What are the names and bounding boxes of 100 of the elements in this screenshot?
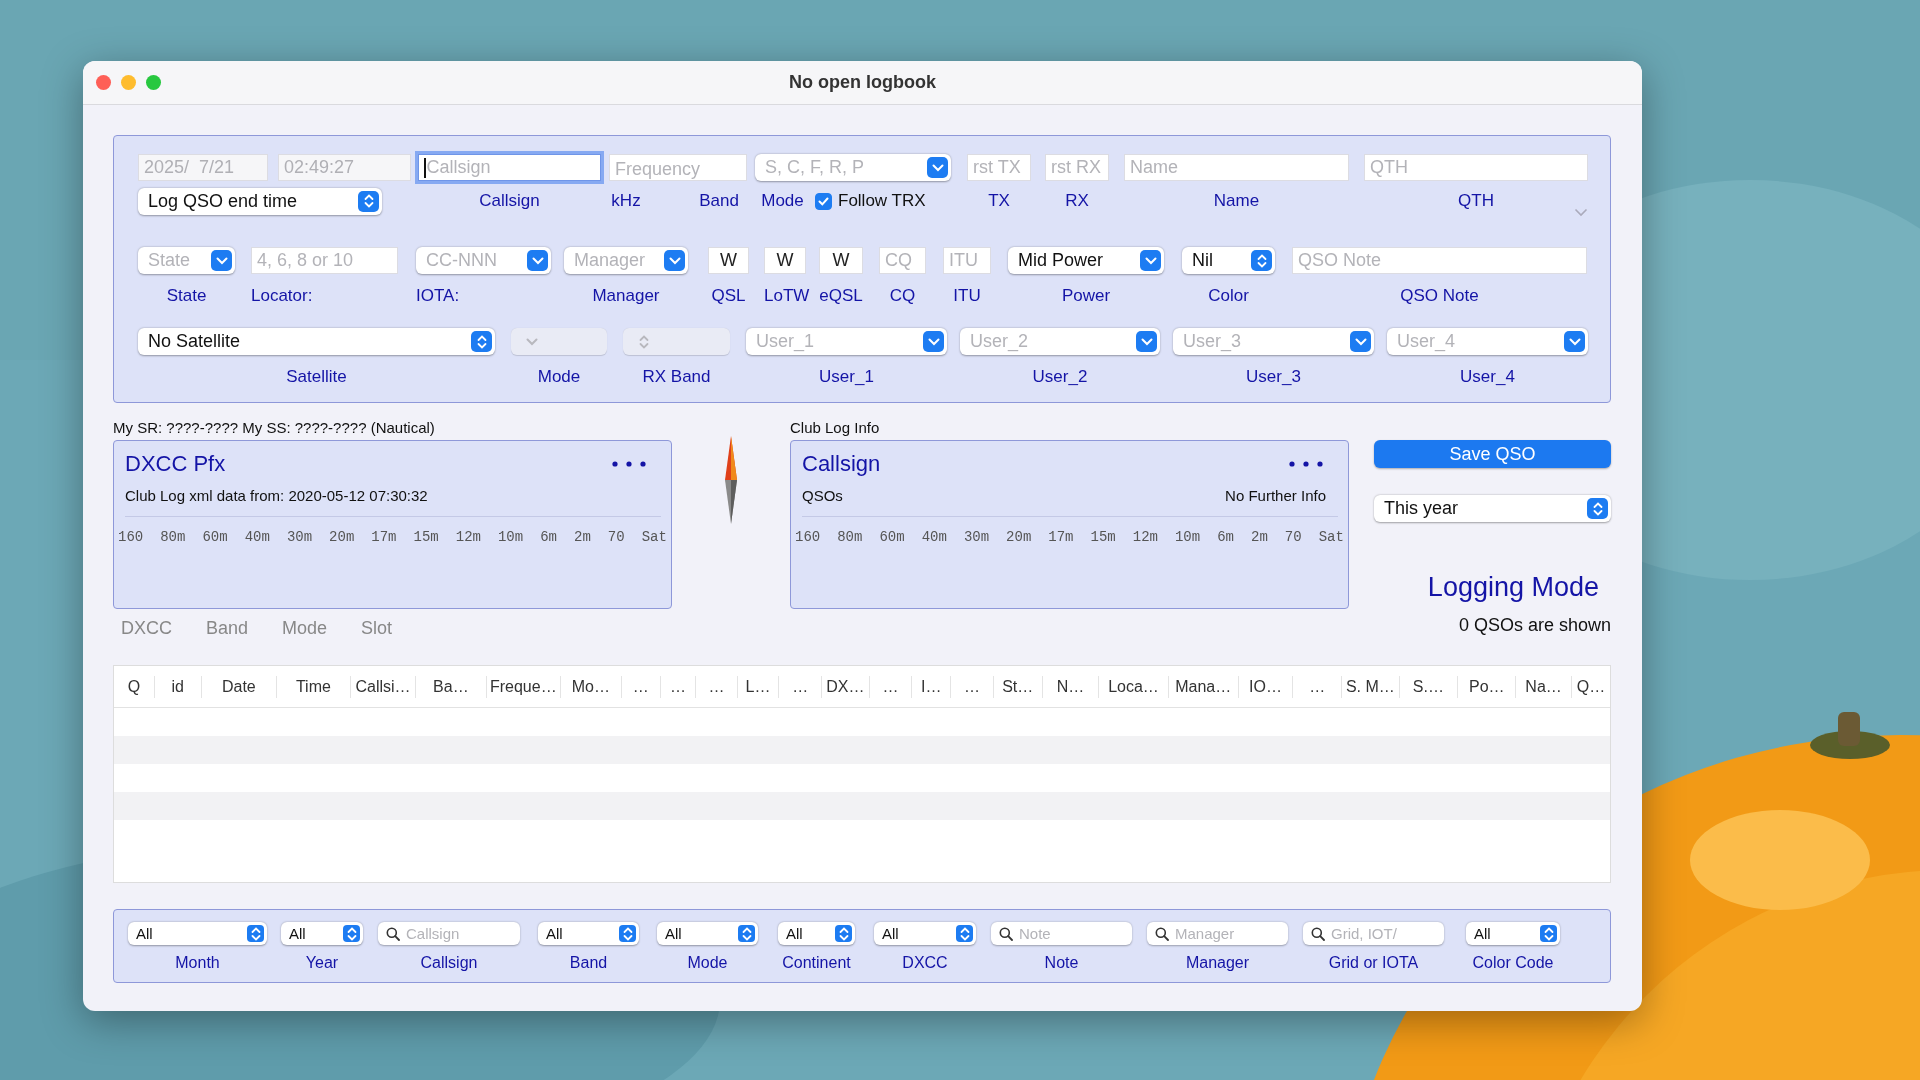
popup-button[interactable]: All [657,922,758,945]
column-header[interactable]: I… [911,675,950,698]
minimize-button[interactable] [121,75,136,90]
popup-button[interactable]: Nil [1182,247,1275,274]
save-qso-button[interactable]: Save QSO [1374,440,1611,468]
column-header[interactable]: Mo… [560,675,621,698]
chevron-down-icon [1140,337,1153,346]
band-label: 40m [921,529,947,545]
popup-button[interactable]: This year [1374,495,1611,522]
field-label: QSL [711,286,746,305]
search-icon [1155,926,1169,941]
band-label: Sat [1318,529,1344,545]
more-icon[interactable] [1288,460,1324,468]
band-label: 12m [455,529,481,545]
field-label: State [166,286,207,305]
field-label: Callsign [479,191,540,210]
popup-button[interactable]: Log QSO end time [138,187,382,215]
column-header[interactable]: … [620,675,660,698]
column-header[interactable]: Na… [1515,675,1571,698]
column-header[interactable]: Date [200,675,276,698]
filter-label: DXCC [902,954,948,971]
band-label: 60m [202,529,228,545]
column-header[interactable]: Ba… [415,675,486,698]
column-header[interactable]: … [950,675,993,698]
combo-box[interactable]: Mid Power [1008,247,1164,274]
panel-title: DXCC Pfx [125,451,226,477]
band-label: Sat [641,529,667,545]
filter-label: Continent [782,954,851,971]
input-field[interactable]: W [764,247,806,274]
checkmark-icon [818,196,829,206]
popup-button[interactable]: All [538,922,639,945]
field-label: RX [1065,191,1089,210]
column-header[interactable]: … [659,675,696,698]
band-label: 6m [1217,529,1234,545]
column-header[interactable]: S. M… [1341,675,1399,698]
close-button[interactable] [96,75,111,90]
column-header[interactable]: Loca… [1098,675,1168,698]
chevron-down-icon [927,337,940,346]
band-label: 10m [497,529,524,545]
column-header[interactable]: IO… [1237,675,1293,698]
up-down-chevron-icon [838,926,849,941]
band-label: 20m [1006,529,1032,545]
column-header[interactable]: Time [275,675,350,698]
up-down-chevron-icon [1543,926,1554,941]
input-field[interactable]: W [708,247,749,274]
band-label: 2m [574,529,591,545]
checkbox[interactable] [815,192,832,210]
column-header[interactable]: Q [114,675,154,698]
input-field[interactable]: W [819,247,863,274]
field-label: Mode [761,191,804,210]
up-down-chevron-icon [250,926,261,941]
column-header[interactable]: … [1292,675,1342,698]
band-label: 80m [837,529,863,545]
up-down-chevron-icon [363,194,374,208]
column-header[interactable]: Freque… [485,675,561,698]
band-label: 40m [244,529,270,545]
band-label: 20m [329,529,355,545]
column-header[interactable]: N… [1041,675,1099,698]
column-header[interactable]: S.… [1398,675,1458,698]
band-label: 70 [607,529,625,545]
column-header[interactable]: … [695,675,737,698]
column-header[interactable]: Po… [1457,675,1516,698]
chevron-down-icon [215,256,228,265]
popup-button[interactable]: All [1466,922,1560,945]
up-down-chevron-icon [1256,253,1267,268]
filter-label: Month [175,954,220,971]
field-label: Manager [592,286,660,305]
field-label: Mode [537,367,581,386]
column-header[interactable]: Callsi… [349,675,416,698]
field-label: Power [1061,286,1111,305]
up-down-chevron-icon [622,926,633,941]
column-header[interactable]: L… [736,675,779,698]
search-icon [386,926,400,941]
popup-button[interactable]: No Satellite [138,328,495,355]
up-down-chevron-icon [1592,501,1603,516]
filter-label: Color Code [1472,954,1554,971]
field-label: User_4 [1460,367,1515,386]
column-header[interactable]: id [153,675,201,698]
column-header[interactable]: … [778,675,822,698]
panel-title: Callsign [802,451,881,477]
more-icon[interactable] [611,460,647,468]
window-title: No open logbook [789,72,936,92]
popup-button[interactable]: All [874,922,976,945]
field-label: kHz [611,191,641,210]
column-header[interactable]: Q… [1570,675,1610,698]
popup-button[interactable]: All [778,922,855,945]
column-header[interactable]: St… [992,675,1042,698]
zoom-button[interactable] [146,75,161,90]
field-label: User_1 [819,367,874,386]
band-label: 30m [286,529,313,545]
popup-button[interactable]: All [128,922,267,945]
field-label: Color [1208,286,1249,305]
up-down-chevron-icon [346,926,357,941]
chevron-down-icon[interactable] [1574,208,1588,217]
column-header[interactable]: … [868,675,912,698]
column-header[interactable]: Mana… [1167,675,1238,698]
popup-button[interactable]: All [281,922,363,945]
band-label: 2m [1251,529,1268,545]
column-header[interactable]: DX… [821,675,869,698]
search-icon [999,926,1013,941]
